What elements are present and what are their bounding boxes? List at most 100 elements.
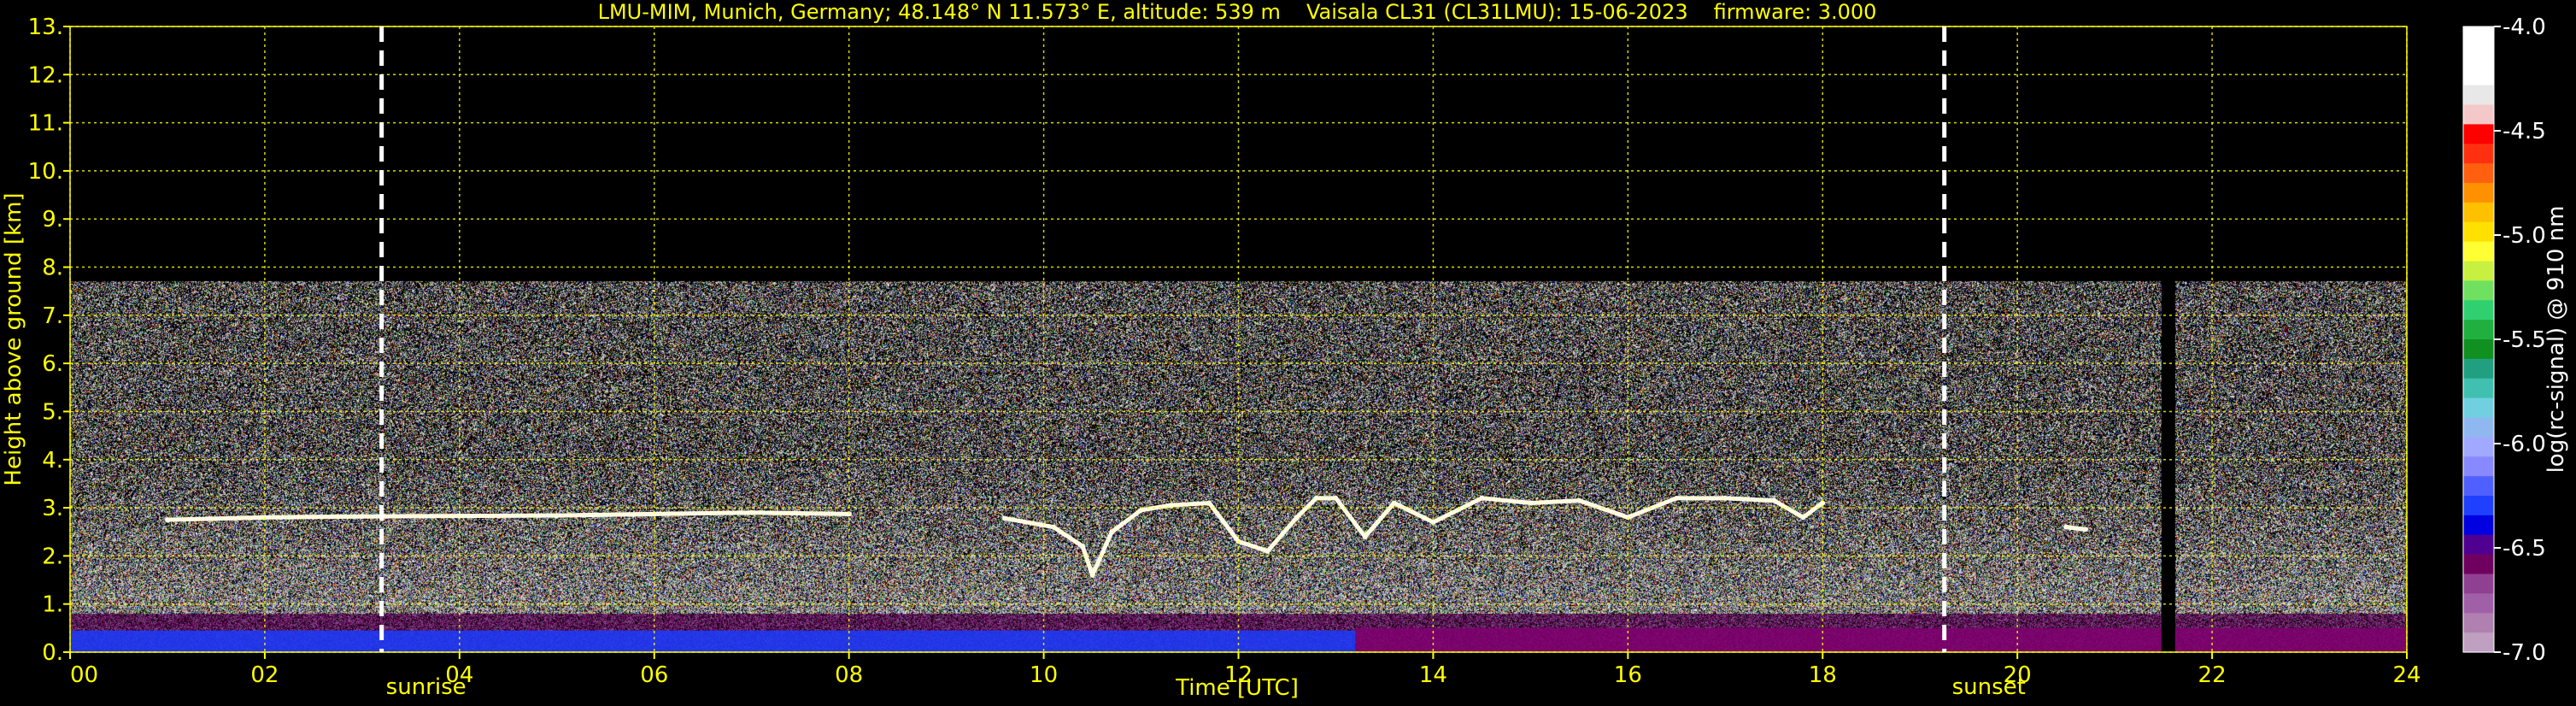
x-tick-label: 22 (2198, 662, 2227, 688)
x-tick-label: 14 (1419, 662, 1447, 688)
cloud-point (1800, 515, 1806, 521)
cloud-segment (360, 514, 462, 519)
cloud-point (1722, 495, 1728, 501)
cloud-point (1109, 529, 1115, 535)
colorbar-swatch (2463, 183, 2494, 203)
y-tick-label: 9. (42, 207, 63, 232)
boundary-layer-evening (1355, 627, 2407, 652)
cloud-point (554, 513, 560, 519)
colorbar-swatch (2463, 554, 2494, 575)
colorbar-tick-label: -6.0 (2503, 432, 2546, 457)
cloud-point (1294, 515, 1300, 521)
colorbar-label: log(rc-signal) @ 910 nm (2544, 206, 2569, 474)
y-tick-label: 12. (28, 62, 63, 88)
y-tick-label: 10. (28, 159, 63, 185)
colorbar-swatch (2463, 221, 2494, 243)
x-tick-label: 16 (1614, 662, 1642, 688)
data-gap (2161, 281, 2175, 652)
colorbar-swatch (2463, 613, 2494, 633)
x-tick-label: 24 (2392, 662, 2421, 688)
colorbar-tick-label: -5.0 (2503, 223, 2546, 249)
cloud-point (1362, 533, 1368, 539)
cloud-point (1528, 500, 1534, 506)
event-label-sunset: sunset (1952, 674, 2026, 700)
colorbar-swatch (2463, 593, 2494, 614)
title-site: LMU-MIM, Munich, Germany; 48.148° N 11.5… (598, 0, 1281, 24)
data-gaps (2161, 281, 2175, 652)
y-tick-label: 2. (42, 544, 63, 569)
colorbar-swatch (2463, 632, 2494, 653)
boundary-layer-day (70, 630, 1356, 652)
x-tick-label: 00 (70, 662, 98, 688)
cloud-point (1089, 572, 1095, 578)
x-tick-label: 18 (1809, 662, 1837, 688)
cloud-segment (2063, 525, 2088, 532)
colorbar-swatch (2463, 163, 2494, 184)
colorbar-tick-label: -6.5 (2503, 536, 2546, 562)
cloud-point (748, 509, 754, 515)
cloud-segment (165, 515, 267, 522)
colorbar-swatch (2463, 339, 2494, 360)
cloud-point (1391, 500, 1397, 506)
cloud-point (1050, 524, 1056, 530)
colorbar-swatch (2463, 320, 2494, 340)
colorbar-swatch (2463, 202, 2494, 223)
y-tick-label: 0. (42, 640, 63, 666)
cloud-segment (555, 511, 657, 518)
colorbar-swatch (2463, 515, 2494, 536)
chart-title: LMU-MIM, Munich, Germany; 48.148° N 11.5… (598, 0, 1877, 24)
title-firmware: firmware: 3.000 (1714, 0, 1877, 24)
colorbar-swatch (2463, 456, 2494, 477)
cloud-point (2063, 524, 2069, 530)
colorbar-swatch (2463, 574, 2494, 594)
plot-area (69, 26, 2408, 653)
cloud-segment (749, 510, 852, 516)
colorbar-tick-label: -4.5 (2503, 119, 2546, 144)
y-tick-label: 7. (42, 303, 63, 329)
cloud-point (1080, 544, 1086, 550)
colorbar-swatch (2463, 417, 2494, 438)
colorbar-swatch (2463, 280, 2494, 301)
y-axis-label: Height above ground [km] (1, 192, 26, 485)
colorbar-tick-label: -4.0 (2503, 15, 2546, 40)
x-tick-label: 10 (1030, 662, 1058, 688)
y-tick-label: 6. (42, 351, 63, 377)
cloud-point (1002, 515, 1007, 521)
y-tick-label: 1. (42, 592, 63, 618)
colorbar-swatch (2463, 26, 2494, 47)
cloud-segment (1722, 496, 1776, 503)
colorbar-swatch (2463, 397, 2494, 419)
colorbar-swatch (2463, 437, 2494, 457)
colorbar-swatch (2463, 261, 2494, 281)
title-instrument: Vaisala CL31 (CL31LMU): 15-06-2023 (1306, 0, 1688, 24)
colorbar-tick-label: -5.5 (2503, 327, 2546, 353)
cloud-point (1333, 495, 1339, 501)
colorbar-swatch (2463, 378, 2494, 399)
colorbar-swatch (2463, 534, 2494, 556)
y-tick-label: 8. (42, 256, 63, 281)
cloud-point (1313, 495, 1319, 501)
colorbar-swatch (2463, 65, 2494, 86)
cloud-segment (1168, 500, 1212, 508)
cloud-segment (262, 514, 365, 520)
y-tick-label: 4. (42, 448, 63, 474)
y-tick-label: 13. (28, 15, 63, 40)
y-tick-label: 11. (28, 111, 63, 137)
cloud-point (2082, 527, 2088, 532)
colorbar-swatch (2463, 144, 2494, 164)
ceilometer-chart: LMU-MIM, Munich, Germany; 48.148° N 11.5… (0, 0, 2576, 706)
x-tick-label: 06 (640, 662, 668, 688)
x-tick-label: 08 (835, 662, 863, 688)
event-label-sunrise: sunrise (386, 674, 466, 700)
cloud-point (1206, 500, 1212, 506)
y-tick-label: 5. (42, 399, 63, 425)
cloud-point (1265, 548, 1270, 554)
cloud-point (1479, 495, 1485, 501)
cloud-point (1674, 495, 1680, 501)
colorbar-swatch (2463, 85, 2494, 106)
cloud-point (164, 517, 170, 523)
x-axis-label: Time [UTC] (1175, 675, 1299, 701)
cloud-point (1771, 497, 1777, 503)
colorbar-swatch (2463, 300, 2494, 321)
colorbar-swatch (2463, 124, 2494, 144)
